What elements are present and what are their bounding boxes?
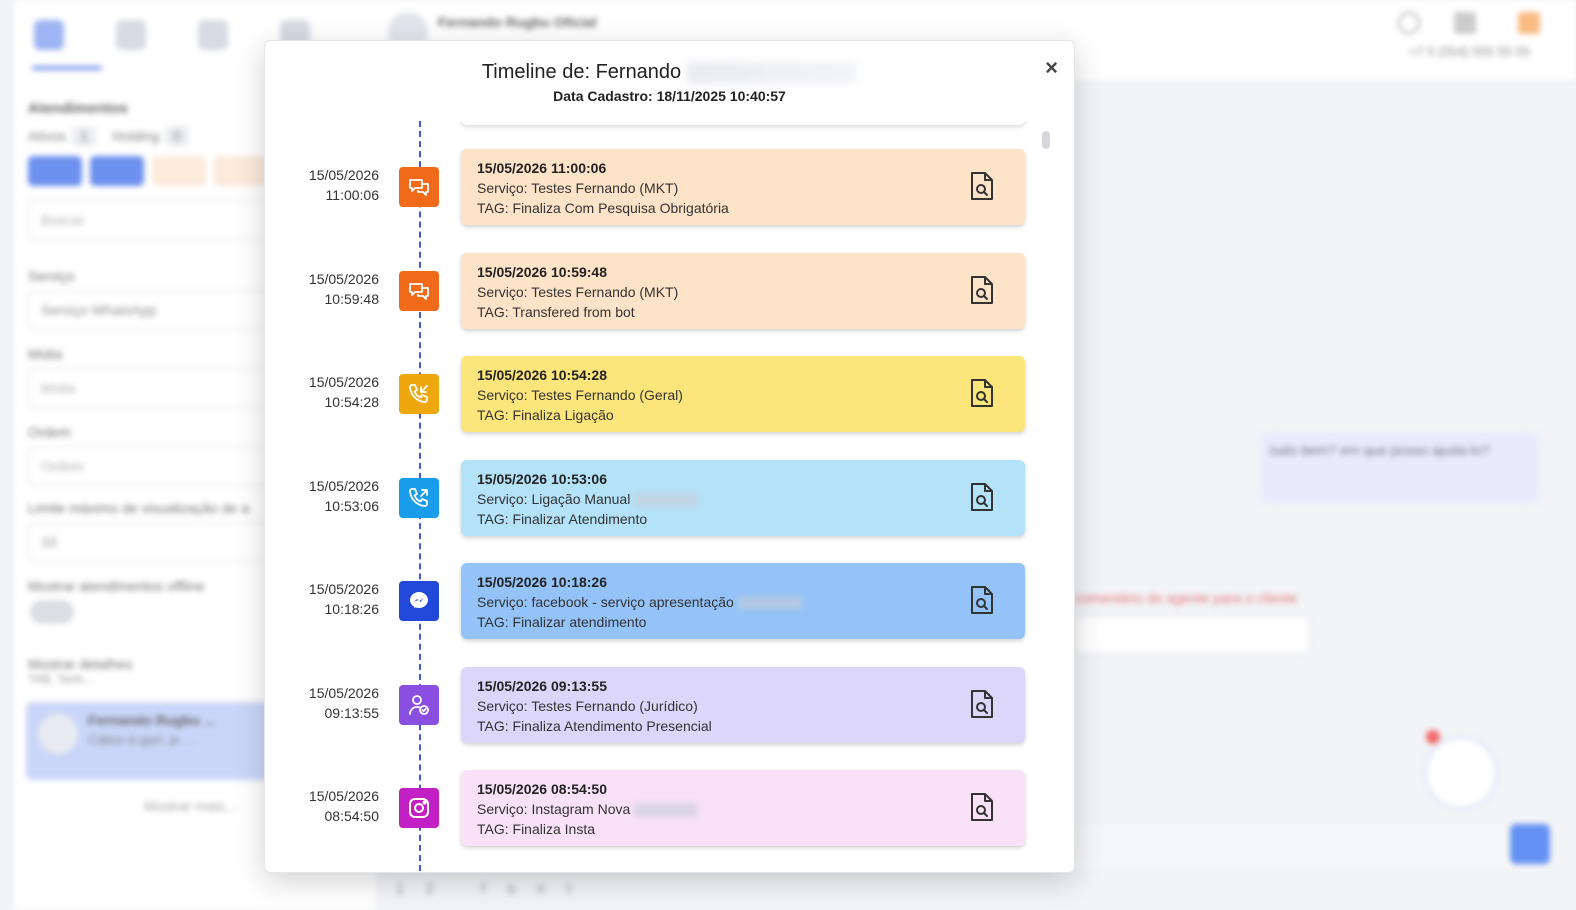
- entry-datetime: 15/05/2026 11:00:06: [265, 165, 379, 205]
- card-service-text: Serviço: Ligação Manual: [477, 490, 631, 507]
- card-service: Serviço: Testes Fernando (MKT): [477, 178, 1009, 198]
- modal-title: Timeline de: Fernando: [481, 61, 858, 84]
- entry-time: 09:13:55: [324, 704, 380, 721]
- document-search-icon[interactable]: [969, 275, 995, 305]
- timeline-card[interactable]: 15/05/2026 09:13:55 Serviço: Testes Ferna…: [461, 666, 1025, 743]
- card-service-text: Serviço: Testes Fernando (MKT): [477, 180, 679, 196]
- timeline-card[interactable]: 15/05/2026 10:59:48 Serviço: Testes Ferna…: [461, 252, 1025, 329]
- document-search-icon[interactable]: [969, 378, 995, 408]
- card-tag: TAG: Finaliza Insta: [477, 821, 596, 837]
- entry-datetime: 15/05/2026 10:18:26: [265, 579, 379, 619]
- card-service-text: Serviço: Instagram Nova: [477, 801, 631, 817]
- messenger-icon: [399, 581, 439, 621]
- card-service: Serviço: facebook - serviço apresentação: [477, 592, 1009, 612]
- card-service: Serviço: Testes Fernando (Geral): [477, 385, 1009, 405]
- timeline-card[interactable]: 15/05/2026 11:00:06 Serviço: Testes Ferna…: [461, 149, 1025, 225]
- card-tag: TAG: Finaliza Atendimento Presencial: [477, 717, 712, 734]
- card-service: Serviço: Instagram Nova: [477, 799, 1009, 819]
- card-service-text: Serviço: Testes Fernando (Jurídico): [477, 697, 698, 714]
- entry-date: 15/05/2026: [308, 477, 379, 494]
- card-service: Serviço: Ligação Manual: [477, 489, 1009, 509]
- phone-outgoing-icon: [399, 477, 439, 518]
- entry-date: 15/05/2026: [308, 788, 379, 804]
- chat-bubbles-icon: [399, 167, 439, 207]
- timeline-modal: Timeline de: Fernando Data Cadastro: 18/…: [264, 40, 1075, 873]
- card-service-text: Serviço: Testes Fernando (Geral): [477, 387, 683, 403]
- timeline-card[interactable]: 15/05/2026 08:54:50 Serviço: Instagram No…: [461, 770, 1025, 846]
- card-time: 15/05/2026 10:53:06: [477, 470, 607, 487]
- redacted-text: [737, 596, 802, 611]
- card-time: 15/05/2026 11:00:06: [477, 160, 607, 176]
- timeline-entry: 15/05/2026 10:18:26 15/05/2026 10:18:26 Ser…: [265, 563, 1057, 639]
- timeline-entry: 15/05/2026 11:00:06 15/05/2026 11:00:06 Ser…: [265, 149, 1057, 225]
- card-time: 15/05/2026 08:54:50: [477, 781, 607, 797]
- modal-title-text: Timeline de: Fernando: [481, 61, 682, 83]
- modal-subtitle: Data Cadastro: 18/11/2025 10:40:57: [553, 88, 786, 104]
- card-tag: TAG: Finalizar Atendimento: [477, 510, 648, 527]
- timeline-entry: 15/05/2026 10:59:48 15/05/2026 10:59:48 Ser…: [265, 252, 1057, 329]
- timeline-card[interactable]: 15/05/2026 10:18:26 Serviço: facebook - s…: [461, 563, 1025, 639]
- card-service: Serviço: Testes Fernando (Jurídico): [477, 696, 1009, 716]
- entry-time: 10:18:26: [324, 601, 380, 617]
- document-search-icon[interactable]: [969, 171, 995, 201]
- entry-datetime: 15/05/2026 10:53:06: [265, 476, 379, 516]
- timeline-card[interactable]: 15/05/2026 10:54:28 Serviço: Testes Ferna…: [461, 356, 1025, 432]
- close-icon[interactable]: ×: [1045, 55, 1058, 81]
- card-tag: TAG: Finaliza Ligação: [477, 407, 614, 423]
- redacted-text: [634, 492, 699, 507]
- entry-datetime: 15/05/2026 08:54:50: [265, 786, 379, 826]
- card-service-text: Serviço: facebook - serviço apresentação: [477, 594, 734, 610]
- card-time: 15/05/2026 10:18:26: [477, 574, 607, 590]
- chat-bubbles-icon: [399, 270, 439, 311]
- timeline-list[interactable]: 15/05/2026 11:00:06 15/05/2026 11:00:06 Ser…: [265, 121, 1057, 871]
- timeline-entry: 15/05/2026 10:53:06 15/05/2026 10:53:06 Ser…: [265, 459, 1057, 536]
- entry-datetime: 15/05/2026 09:13:55: [265, 683, 379, 723]
- card-tag: TAG: Finalizar atendimento: [477, 614, 647, 630]
- card-time: 15/05/2026 10:54:28: [477, 367, 607, 383]
- card-time: 15/05/2026 09:13:55: [477, 677, 607, 694]
- timeline-card[interactable]: 15/05/2026 10:53:06 Serviço: Ligação Manu…: [461, 459, 1025, 536]
- entry-date: 15/05/2026: [308, 374, 379, 390]
- redacted-name: [687, 61, 858, 84]
- card-service: Serviço: Testes Fernando (MKT): [477, 282, 1009, 302]
- document-search-icon[interactable]: [969, 792, 995, 822]
- entry-date: 15/05/2026: [308, 167, 379, 183]
- entry-time: 11:00:06: [325, 187, 379, 203]
- card-tag: TAG: Transfered from bot: [477, 303, 635, 320]
- document-search-icon[interactable]: [969, 482, 995, 512]
- entry-datetime: 15/05/2026 10:54:28: [265, 372, 379, 412]
- timeline-entry: 15/05/2026 08:54:50 15/05/2026 08:54:50 Ser…: [265, 770, 1057, 846]
- entry-time: 10:53:06: [324, 497, 380, 514]
- document-search-icon[interactable]: [969, 689, 995, 719]
- entry-time: 08:54:50: [324, 808, 380, 824]
- timeline-entry: 15/05/2026 10:54:28 15/05/2026 10:54:28 Ser…: [265, 356, 1057, 432]
- phone-incoming-icon: [399, 374, 439, 414]
- scrollbar-thumb[interactable]: [1042, 131, 1050, 149]
- user-check-icon: [399, 684, 439, 725]
- card-time: 15/05/2026 10:59:48: [477, 263, 607, 280]
- entry-time: 10:59:48: [324, 290, 380, 307]
- previous-entry-card: [461, 121, 1025, 125]
- redacted-text: [634, 803, 699, 818]
- entry-time: 10:54:28: [324, 394, 380, 410]
- instagram-icon: [399, 788, 439, 828]
- entry-date: 15/05/2026: [308, 581, 379, 597]
- entry-datetime: 15/05/2026 10:59:48: [265, 269, 379, 309]
- modal-header: Timeline de: Fernando Data Cadastro: 18/…: [265, 61, 1074, 104]
- card-service-text: Serviço: Testes Fernando (MKT): [477, 283, 679, 300]
- entry-date: 15/05/2026: [308, 684, 379, 701]
- timeline-entry: 15/05/2026 09:13:55 15/05/2026 09:13:55 Ser…: [265, 666, 1057, 743]
- card-tag: TAG: Finaliza Com Pesquisa Obrigatória: [477, 200, 729, 216]
- document-search-icon[interactable]: [969, 585, 995, 615]
- entry-date: 15/05/2026: [308, 270, 379, 287]
